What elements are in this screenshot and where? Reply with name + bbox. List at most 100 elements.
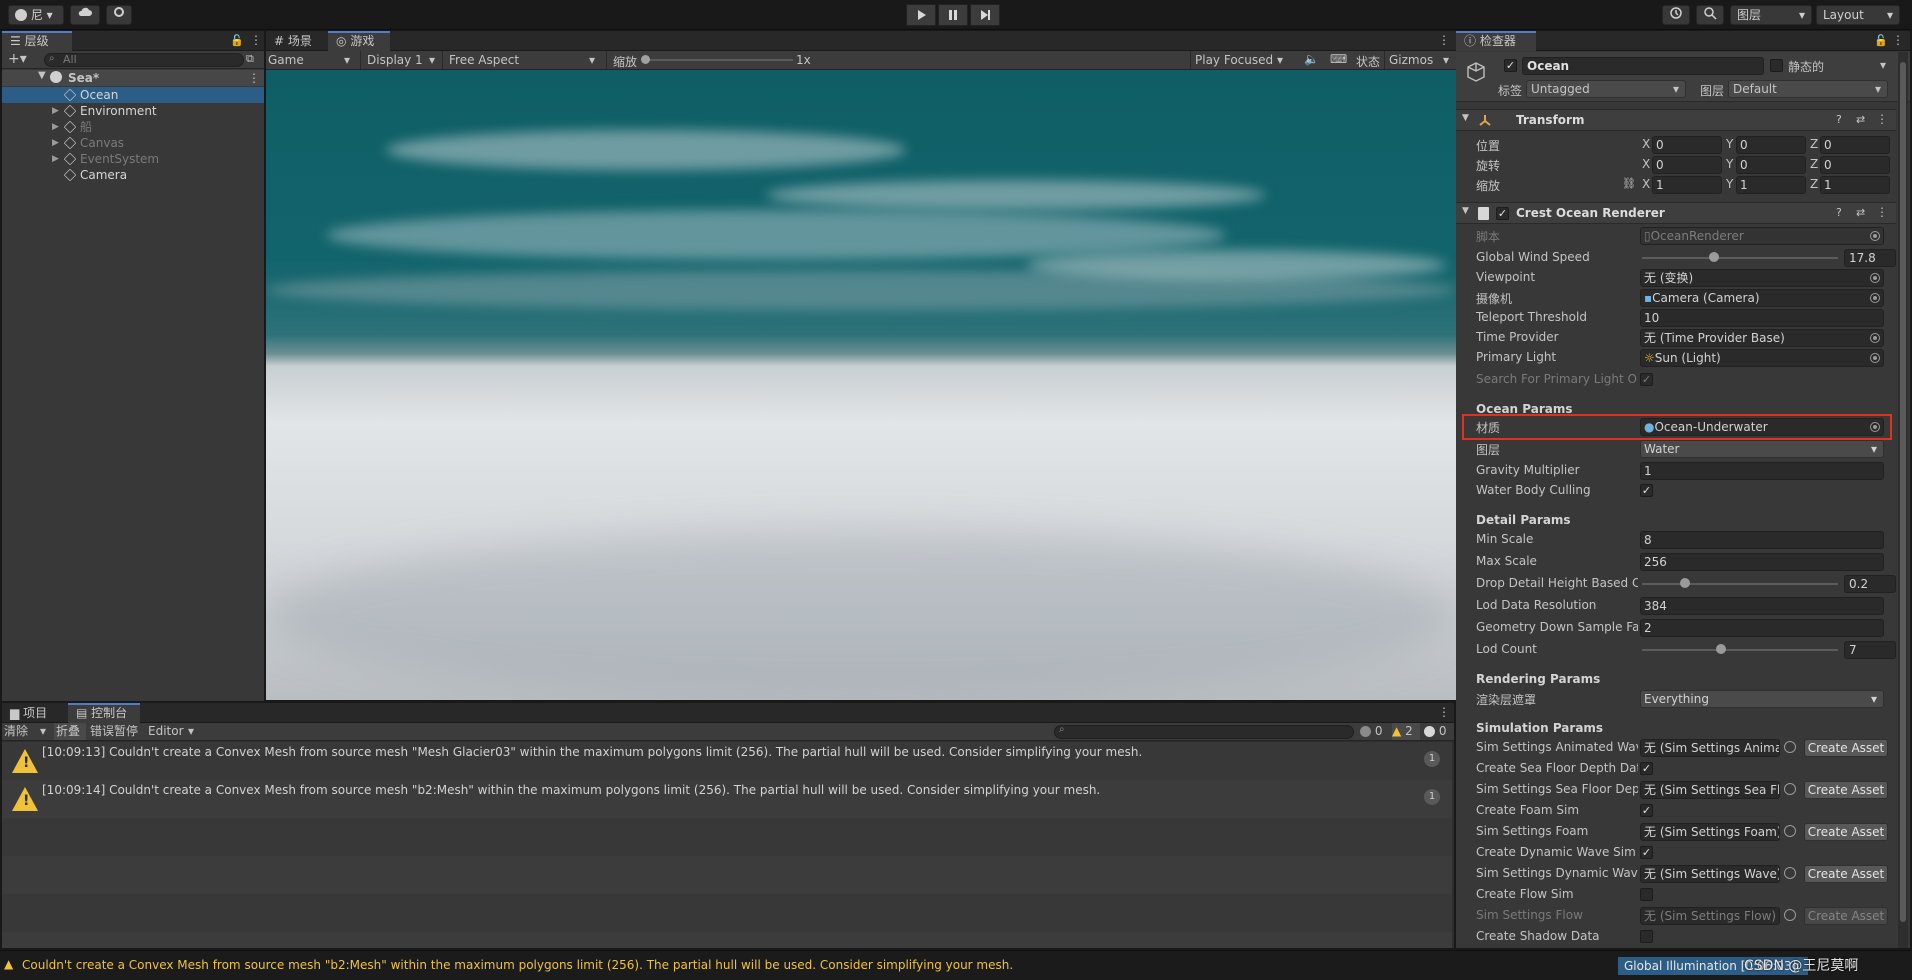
game-viewport[interactable]	[266, 70, 1456, 700]
slider-track[interactable]	[1642, 649, 1838, 651]
transform-y-input[interactable]: 0	[1736, 156, 1806, 174]
static-checkbox[interactable]	[1770, 59, 1783, 72]
more-icon[interactable]: ⋮	[1876, 112, 1888, 126]
target-icon[interactable]	[1870, 353, 1880, 363]
transform-z-input[interactable]: 0	[1820, 156, 1890, 174]
scrollbar-thumb[interactable]	[1900, 62, 1906, 922]
transform-y-input[interactable]: 1	[1736, 176, 1806, 194]
min-scale-input[interactable]: 8	[1640, 531, 1884, 549]
teleport-threshold-input[interactable]: 10	[1640, 309, 1884, 327]
lock-icon[interactable]: 🔓	[1874, 34, 1888, 47]
slider-knob[interactable]	[1708, 252, 1719, 262]
error-filter-toggle[interactable]: 0	[1424, 723, 1452, 740]
more-icon[interactable]: ⋮	[1876, 205, 1888, 219]
gravity-multiplier-input[interactable]: 1	[1640, 462, 1884, 480]
simulation-checkbox[interactable]	[1640, 930, 1653, 943]
scale-knob[interactable]	[641, 55, 650, 64]
ocean-renderer-header[interactable]: ▼ ✓ Crest Ocean Renderer ? ⇄ ⋮	[1456, 202, 1896, 224]
audio-icon[interactable]: 🔈	[1304, 52, 1319, 66]
chevron-right-icon[interactable]: ▶	[52, 135, 59, 151]
create-asset-button[interactable]: Create Asset	[1804, 823, 1888, 841]
chevron-right-icon[interactable]: ▶	[52, 103, 59, 119]
simulation-checkbox[interactable]	[1640, 888, 1653, 901]
aspect-dropdown[interactable]: Free Aspect ▾	[442, 51, 600, 69]
link-icon[interactable]: ⛓	[1622, 177, 1636, 190]
hierarchy-item[interactable]: ▶ Canvas	[2, 135, 264, 151]
search-button[interactable]	[1696, 5, 1724, 25]
target-icon[interactable]	[1784, 909, 1796, 921]
create-asset-button[interactable]: Create Asset	[1804, 865, 1888, 883]
component-enabled-checkbox[interactable]: ✓	[1496, 207, 1509, 220]
viewpoint-field[interactable]: 无 (变换)	[1640, 269, 1884, 287]
hierarchy-item[interactable]: ▶ EventSystem	[2, 151, 264, 167]
more-icon[interactable]: ⋮	[248, 70, 260, 86]
camera-field[interactable]: ▪Camera (Camera)	[1640, 289, 1884, 307]
max-scale-input[interactable]: 256	[1640, 553, 1884, 571]
collab-button[interactable]	[106, 5, 132, 25]
sim-settings-field[interactable]: 无 (Sim Settings Flow)	[1640, 907, 1780, 925]
layout-dropdown[interactable]: Layout ▾	[1816, 5, 1900, 25]
transform-z-input[interactable]: 1	[1820, 176, 1890, 194]
slider-track[interactable]	[1642, 583, 1838, 585]
scene-search-icon[interactable]: ⧉	[246, 52, 254, 66]
more-icon[interactable]: ⋮	[1438, 33, 1450, 47]
gizmos-dropdown[interactable]: Gizmos ▾	[1384, 51, 1450, 69]
collapse-toggle[interactable]: 折叠	[54, 723, 86, 740]
transform-z-input[interactable]: 0	[1820, 136, 1890, 154]
simulation-checkbox[interactable]: ✓	[1640, 804, 1653, 817]
cloud-button[interactable]	[70, 5, 100, 25]
target-icon[interactable]	[1870, 293, 1880, 303]
account-dropdown[interactable]: 尼 ▾	[8, 5, 64, 25]
target-icon[interactable]	[1784, 825, 1796, 837]
keyboard-icon[interactable]: ⌨	[1330, 52, 1347, 66]
tab-project[interactable]: ▆ 项目	[2, 703, 64, 723]
preset-icon[interactable]: ⇄	[1856, 113, 1865, 126]
tab-scene[interactable]: # 场景	[266, 31, 328, 51]
drop-detail-value[interactable]: 0.2	[1844, 575, 1896, 593]
inspector-scrollbar[interactable]	[1898, 52, 1908, 948]
hierarchy-item[interactable]: Camera	[2, 167, 264, 183]
chevron-right-icon[interactable]: ▶	[52, 151, 59, 167]
preset-icon[interactable]: ⇄	[1856, 206, 1865, 219]
stats-button[interactable]: 状态	[1356, 53, 1380, 70]
chevron-right-icon[interactable]: ▶	[52, 119, 59, 135]
hierarchy-item[interactable]: ▶ Environment	[2, 103, 264, 119]
search-primary-light-checkbox[interactable]: ✓	[1640, 373, 1653, 386]
chevron-down-icon[interactable]: ▾	[1880, 58, 1886, 72]
object-name-input[interactable]: Ocean	[1522, 57, 1764, 75]
rendering-layer-mask-dropdown[interactable]: Everything ▾	[1640, 690, 1884, 708]
more-icon[interactable]: ⋮	[250, 33, 262, 47]
display-dropdown[interactable]: Display 1 ▾	[360, 51, 440, 69]
play-focused-dropdown[interactable]: Play Focused ▾	[1190, 51, 1286, 69]
help-icon[interactable]: ?	[1836, 113, 1842, 126]
history-button[interactable]	[1662, 5, 1690, 25]
target-icon[interactable]	[1784, 741, 1796, 753]
create-asset-button[interactable]: Create Asset	[1804, 907, 1888, 925]
transform-x-input[interactable]: 0	[1652, 136, 1722, 154]
geometry-down-sample-input[interactable]: 2	[1640, 619, 1884, 637]
sim-settings-field[interactable]: 无 (Sim Settings Foam)	[1640, 823, 1780, 841]
create-asset-button[interactable]: Create Asset	[1804, 739, 1888, 757]
time-provider-field[interactable]: 无 (Time Provider Base)	[1640, 329, 1884, 347]
scene-header-row[interactable]: ▼ Sea* ⋮	[2, 70, 264, 86]
simulation-checkbox[interactable]: ✓	[1640, 846, 1653, 859]
lod-count-value[interactable]: 7	[1844, 641, 1896, 659]
slider-track[interactable]	[1642, 257, 1838, 259]
clear-button[interactable]: 清除 ▾	[4, 723, 50, 740]
sim-settings-field[interactable]: 无 (Sim Settings Sea Flo	[1640, 781, 1780, 799]
simulation-checkbox[interactable]: ✓	[1640, 762, 1653, 775]
help-icon[interactable]: ?	[1836, 206, 1842, 219]
lod-data-resolution-input[interactable]: 384	[1640, 597, 1884, 615]
active-checkbox[interactable]: ✓	[1504, 59, 1517, 72]
tab-hierarchy[interactable]: ☰ 层级	[2, 31, 72, 51]
layers-dropdown[interactable]: 图层 ▾	[1730, 5, 1812, 25]
hierarchy-item[interactable]: Ocean	[2, 87, 264, 103]
target-icon[interactable]	[1784, 867, 1796, 879]
error-pause-toggle[interactable]: 错误暂停	[90, 723, 144, 740]
pause-button[interactable]	[938, 4, 968, 26]
slider-knob[interactable]	[1680, 578, 1690, 588]
warning-filter-toggle[interactable]: ▲ 2	[1392, 723, 1420, 740]
transform-y-input[interactable]: 0	[1736, 136, 1806, 154]
target-icon[interactable]	[1784, 783, 1796, 795]
transform-x-input[interactable]: 0	[1652, 156, 1722, 174]
